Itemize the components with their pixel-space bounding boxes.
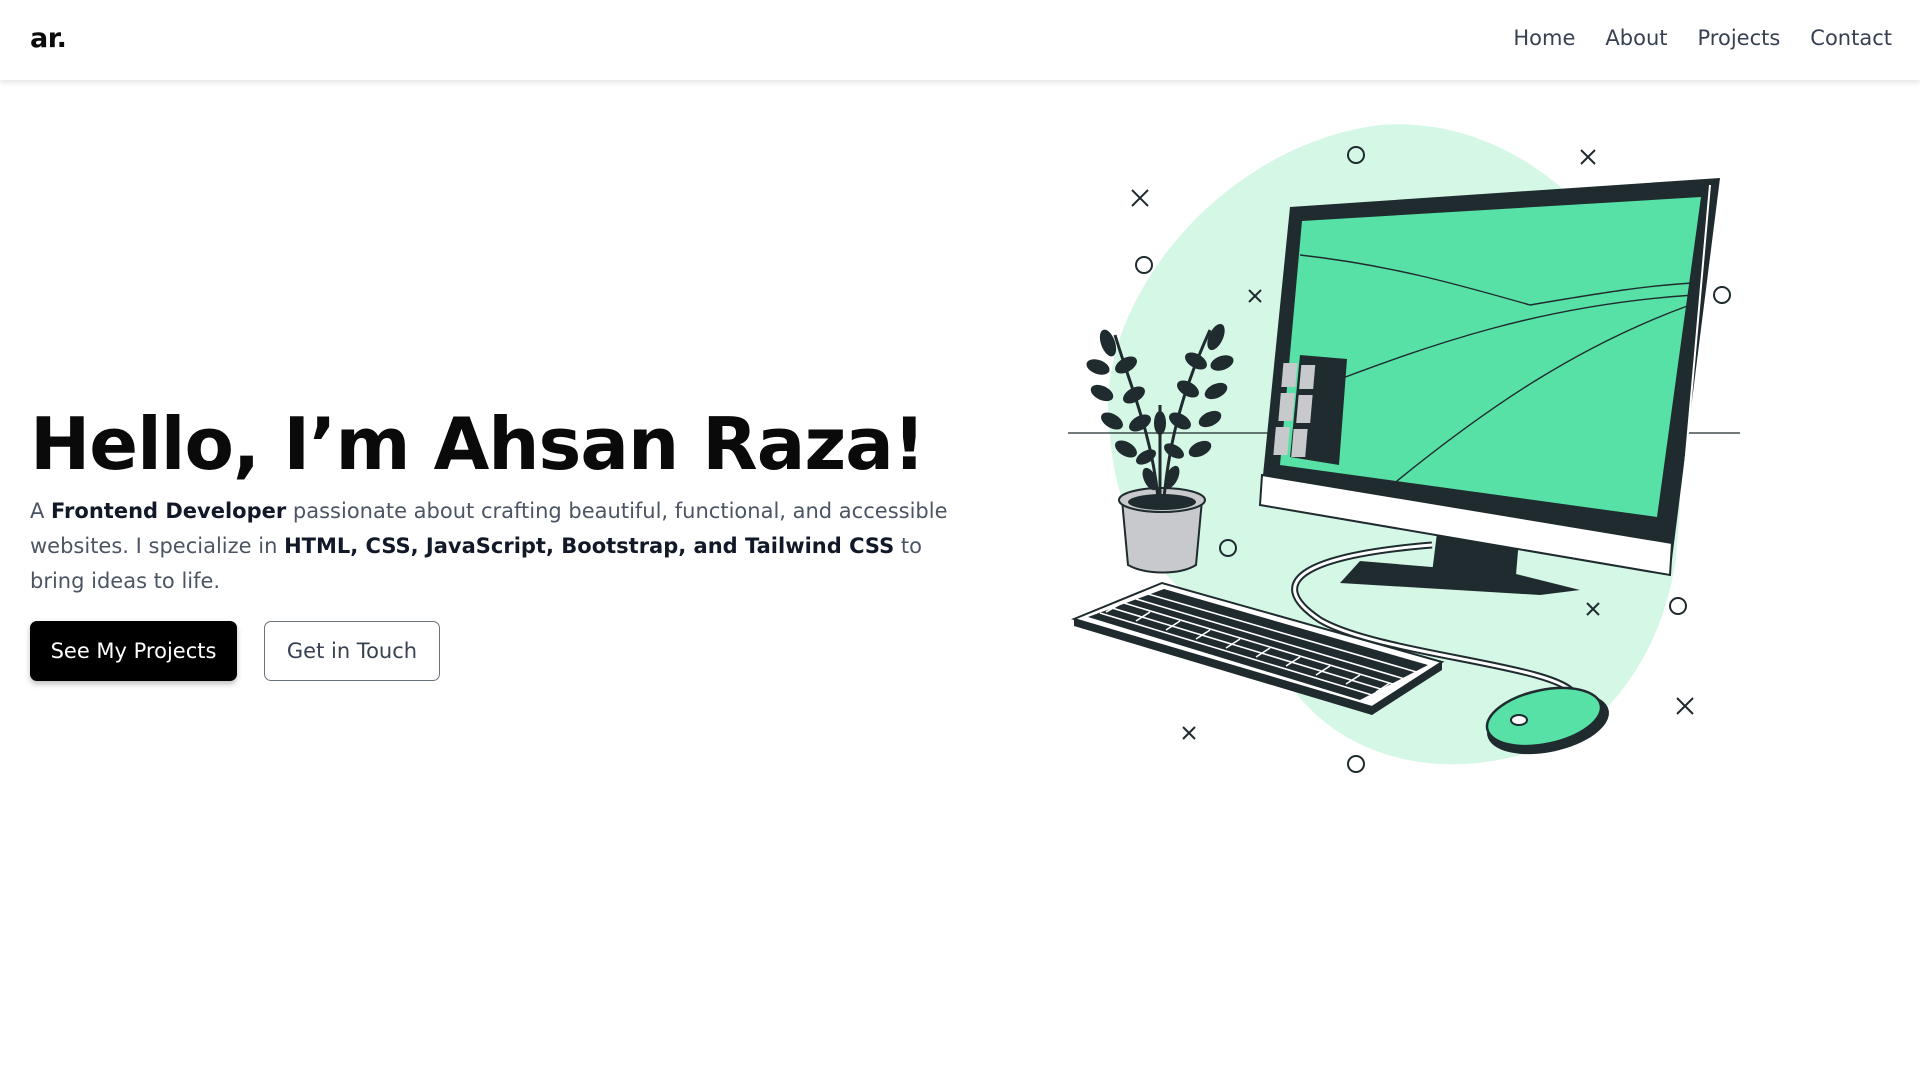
nav-link-projects[interactable]: Projects bbox=[1698, 26, 1781, 50]
hero-buttons: See My Projects Get in Touch bbox=[30, 621, 950, 682]
desc-highlight-skills: HTML, CSS, JavaScript, Bootstrap, and Ta… bbox=[284, 534, 895, 559]
nav-link-about[interactable]: About bbox=[1605, 26, 1667, 50]
hero-description: A Frontend Developer passionate about cr… bbox=[30, 494, 950, 599]
desc-highlight-role: Frontend Developer bbox=[51, 499, 287, 524]
nav-links: Home About Projects Contact bbox=[1513, 26, 1892, 50]
site-logo[interactable]: ar. bbox=[30, 23, 67, 54]
desktop-computer-illustration bbox=[1068, 124, 1740, 773]
hero-title: Hello, I’m Ahsan Raza! bbox=[30, 402, 926, 486]
monitor-screen[interactable] bbox=[1280, 197, 1701, 517]
desc-text-1: A bbox=[30, 499, 52, 524]
nav-link-home[interactable]: Home bbox=[1513, 26, 1575, 50]
nav-link-contact[interactable]: Contact bbox=[1810, 26, 1892, 50]
see-my-projects-button[interactable]: See My Projects bbox=[30, 621, 237, 682]
get-in-touch-button[interactable]: Get in Touch bbox=[264, 621, 440, 682]
navbar: ar. Home About Projects Contact bbox=[0, 0, 1920, 80]
hero-text-block: Hello, I’m Ahsan Raza! A Frontend Develo… bbox=[30, 402, 950, 682]
screen-window-panel bbox=[1273, 355, 1347, 465]
